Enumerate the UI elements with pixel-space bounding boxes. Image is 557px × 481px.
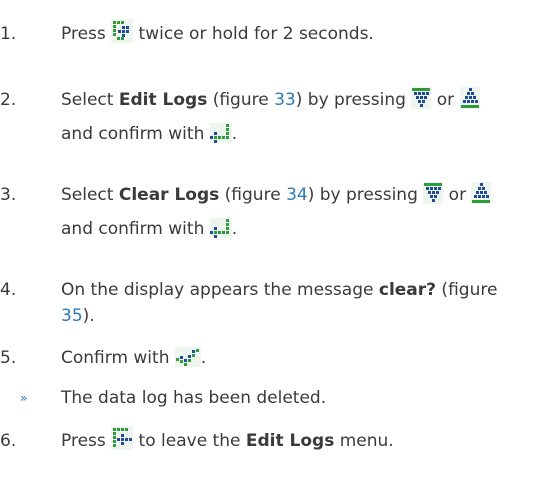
down-arrow-key-icon	[411, 87, 432, 109]
step-text: Press to leave the Edit Logs menu.	[61, 424, 394, 458]
step-text: Confirm with .	[61, 347, 207, 368]
step-number: 6.	[0, 431, 17, 451]
down-arrow-key-icon	[423, 182, 444, 204]
step-number: 5.	[0, 348, 17, 368]
step-text: Select Edit Logs (figure 33) by pressing…	[61, 83, 480, 151]
result-bullet: »	[20, 391, 28, 405]
message-text: clear?	[378, 280, 437, 300]
menu-name: Clear Logs	[118, 185, 220, 205]
enter-key-icon	[209, 123, 232, 143]
step-number: 4.	[0, 280, 17, 300]
result-text: The data log has been deleted.	[61, 388, 327, 408]
up-arrow-key-icon	[459, 87, 480, 109]
step-number: 2.	[0, 90, 17, 110]
up-arrow-key-icon	[471, 182, 492, 204]
exit-key-icon	[111, 426, 134, 450]
step-text: Select Clear Logs (figure 34) by pressin…	[61, 178, 492, 246]
figure-link[interactable]: 35	[61, 306, 83, 326]
menu-name: Edit Logs	[245, 431, 335, 451]
step-text: Press twice or hold for 2 seconds.	[61, 17, 374, 51]
figure-link[interactable]: 33	[274, 90, 296, 110]
menu-key-icon	[111, 19, 134, 43]
figure-link[interactable]: 34	[286, 185, 308, 205]
menu-name: Edit Logs	[118, 90, 208, 110]
step-text: On the display appears the message clear…	[61, 280, 498, 326]
step-number: 1.	[0, 24, 17, 44]
step-number: 3.	[0, 185, 17, 205]
checkmark-key-icon	[174, 347, 201, 367]
enter-key-icon	[209, 218, 232, 238]
